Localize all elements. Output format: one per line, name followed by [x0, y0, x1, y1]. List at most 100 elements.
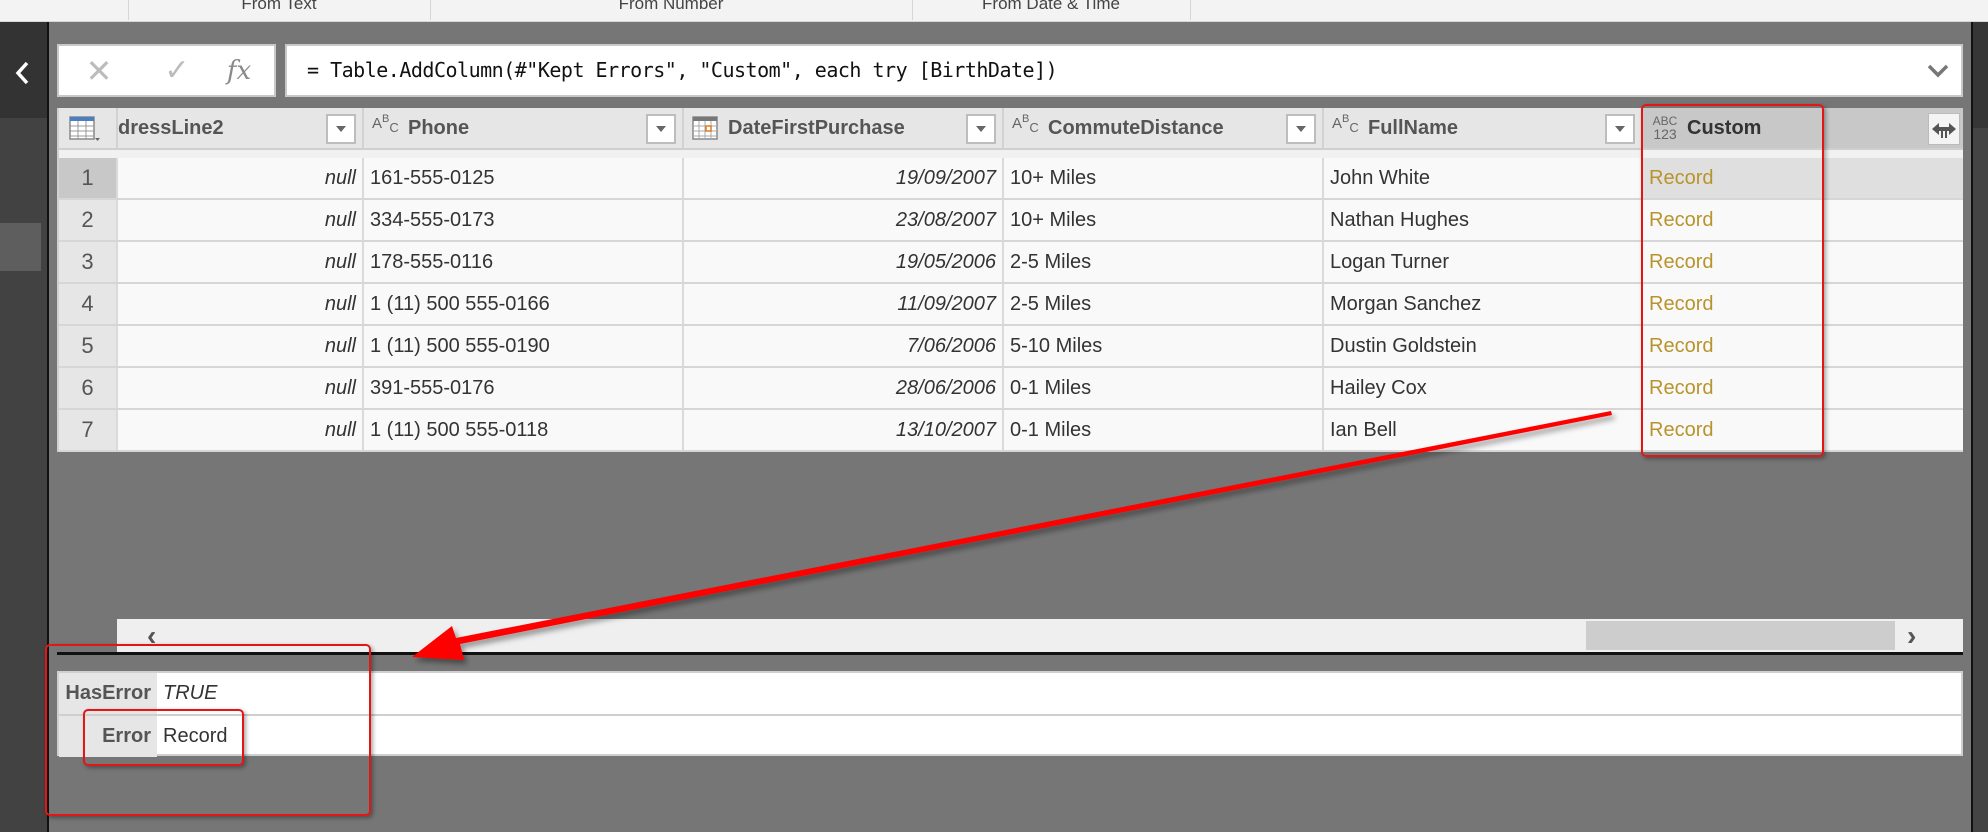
cell-custom-record-link[interactable]: Record — [1643, 368, 1963, 408]
header-gap — [59, 150, 1963, 158]
field-label: Error — [59, 716, 157, 757]
cell-custom-record-link[interactable]: Record — [1643, 410, 1963, 450]
row-number[interactable]: 4 — [59, 284, 118, 324]
column-filter-dropdown[interactable] — [1286, 114, 1316, 144]
horizontal-scrollbar[interactable]: ‹ › — [117, 619, 1963, 652]
scroll-left-icon[interactable]: ‹ — [147, 619, 156, 652]
ribbon-group-from-text[interactable]: From Text — [129, 0, 429, 20]
column-title: dressLine2 — [118, 117, 224, 139]
text-type-icon[interactable]: ABC — [1332, 114, 1364, 142]
table-menu-button[interactable] — [59, 108, 118, 150]
queries-pane-collapsed — [0, 22, 47, 832]
cell-datefirstpurchase: 19/05/2006 — [684, 242, 1004, 282]
pane-divider — [47, 22, 49, 832]
column-filter-dropdown[interactable] — [1605, 114, 1635, 144]
column-header-datefirstpurchase[interactable]: DateFirstPurchase — [684, 108, 1004, 150]
cell-addressline2: null — [118, 158, 364, 198]
cancel-icon[interactable]: ✕ — [81, 52, 117, 90]
cell-datefirstpurchase: 23/08/2007 — [684, 200, 1004, 240]
cell-datefirstpurchase: 28/06/2006 — [684, 368, 1004, 408]
cell-datefirstpurchase: 13/10/2007 — [684, 410, 1004, 450]
field-label: HasError — [59, 673, 157, 714]
column-header-addressline2[interactable]: dressLine2 — [118, 108, 364, 150]
row-number[interactable]: 2 — [59, 200, 118, 240]
table-row[interactable]: 5 null 1 (11) 500 555-0190 7/06/2006 5-10 Mi… — [59, 326, 1963, 368]
row-number[interactable]: 3 — [59, 242, 118, 282]
field-value-record-link[interactable]: Record — [163, 716, 227, 757]
cell-custom-record-link[interactable]: Record — [1643, 326, 1963, 366]
table-row[interactable]: 3 null 178-555-0116 19/05/2006 2-5 Miles Loga… — [59, 242, 1963, 284]
cell-custom-record-link[interactable]: Record — [1643, 158, 1963, 198]
cell-fullname: Logan Turner — [1324, 242, 1643, 282]
details-pane: HasError TRUE Error Record — [57, 671, 1963, 757]
chevron-left-icon[interactable] — [12, 56, 34, 90]
cell-custom-record-link[interactable]: Record — [1643, 242, 1963, 282]
cell-phone: 334-555-0173 — [364, 200, 684, 240]
check-icon[interactable]: ✓ — [159, 52, 195, 90]
cell-fullname: John White — [1324, 158, 1643, 198]
cell-custom-record-link[interactable]: Record — [1643, 284, 1963, 324]
row-number[interactable]: 7 — [59, 410, 118, 450]
cell-addressline2: null — [118, 200, 364, 240]
cell-fullname: Morgan Sanchez — [1324, 284, 1643, 324]
column-filter-dropdown[interactable] — [966, 114, 996, 144]
cell-fullname: Nathan Hughes — [1324, 200, 1643, 240]
ribbon-group-from-number[interactable]: From Number — [431, 0, 911, 20]
cell-custom-record-link[interactable]: Record — [1643, 200, 1963, 240]
table-row[interactable]: 2 null 334-555-0173 23/08/2007 10+ Miles Nath… — [59, 200, 1963, 242]
cell-commutedistance: 2-5 Miles — [1004, 242, 1324, 282]
cell-addressline2: null — [118, 326, 364, 366]
formula-buttons: ✕ ✓ fx — [57, 44, 276, 97]
cell-fullname: Hailey Cox — [1324, 368, 1643, 408]
formula-bar[interactable]: = Table.AddColumn(#"Kept Errors", "Custo… — [285, 44, 1963, 97]
text-type-icon[interactable]: ABC — [1012, 114, 1044, 142]
data-grid: dressLine2 ABC Phone DateFirstPurchase A… — [57, 108, 1963, 452]
row-number[interactable]: 1 — [59, 158, 118, 198]
details-splitter[interactable] — [57, 652, 1963, 655]
table-row[interactable]: 7 null 1 (11) 500 555-0118 13/10/2007 0-1 Mi… — [59, 410, 1963, 452]
queries-pane-selected-item[interactable] — [0, 223, 41, 271]
column-title: Custom — [1687, 117, 1762, 139]
column-filter-dropdown[interactable] — [326, 114, 356, 144]
column-header-fullname[interactable]: ABC FullName — [1324, 108, 1643, 150]
expand-arrows-icon — [1932, 123, 1956, 138]
cell-commutedistance: 10+ Miles — [1004, 200, 1324, 240]
chevron-down-icon[interactable] — [1925, 58, 1951, 84]
column-header-commutedistance[interactable]: ABC CommuteDistance — [1004, 108, 1324, 150]
cell-commutedistance: 5-10 Miles — [1004, 326, 1324, 366]
details-row-haserror: HasError TRUE — [59, 673, 1961, 714]
cell-datefirstpurchase: 19/09/2007 — [684, 158, 1004, 198]
cell-phone: 161-555-0125 — [364, 158, 684, 198]
row-number[interactable]: 6 — [59, 368, 118, 408]
row-number[interactable]: 5 — [59, 326, 118, 366]
cell-fullname: Ian Bell — [1324, 410, 1643, 450]
pane-divider — [1971, 22, 1973, 832]
scroll-right-icon[interactable]: › — [1907, 619, 1916, 652]
field-value: TRUE — [163, 682, 218, 704]
table-row[interactable]: 1 null 161-555-0125 19/09/2007 10+ Miles John… — [59, 158, 1963, 200]
cell-phone: 1 (11) 500 555-0118 — [364, 410, 684, 450]
cell-phone: 178-555-0116 — [364, 242, 684, 282]
column-filter-dropdown[interactable] — [646, 114, 676, 144]
ribbon-separator — [1190, 0, 1191, 20]
details-row-error: Error Record — [59, 714, 1961, 757]
cell-commutedistance: 0-1 Miles — [1004, 410, 1324, 450]
scrollbar-thumb[interactable] — [1586, 621, 1895, 650]
ribbon-group-from-date-time[interactable]: From Date & Time — [913, 0, 1189, 20]
cell-phone: 391-555-0176 — [364, 368, 684, 408]
column-header-custom[interactable]: ABC 123 Custom — [1643, 108, 1963, 150]
table-row[interactable]: 6 null 391-555-0176 28/06/2006 0-1 Miles Hail… — [59, 368, 1963, 410]
any-type-icon[interactable]: ABC 123 — [1651, 115, 1679, 143]
table-row[interactable]: 4 null 1 (11) 500 555-0166 11/09/2007 2-5 Mi… — [59, 284, 1963, 326]
column-title: DateFirstPurchase — [728, 117, 905, 139]
query-settings-edge — [1973, 22, 1988, 832]
column-header-phone[interactable]: ABC Phone — [364, 108, 684, 150]
power-query-editor: From Text From Number From Date & Time ✕… — [0, 0, 1988, 832]
expand-column-button[interactable] — [1928, 113, 1960, 145]
table-icon — [69, 116, 100, 141]
text-type-icon[interactable]: ABC — [372, 114, 404, 142]
ribbon-strip: From Text From Number From Date & Time — [0, 0, 1988, 22]
fx-icon[interactable]: fx — [219, 52, 259, 90]
cell-commutedistance: 0-1 Miles — [1004, 368, 1324, 408]
formula-text[interactable]: = Table.AddColumn(#"Kept Errors", "Custo… — [307, 46, 1058, 95]
